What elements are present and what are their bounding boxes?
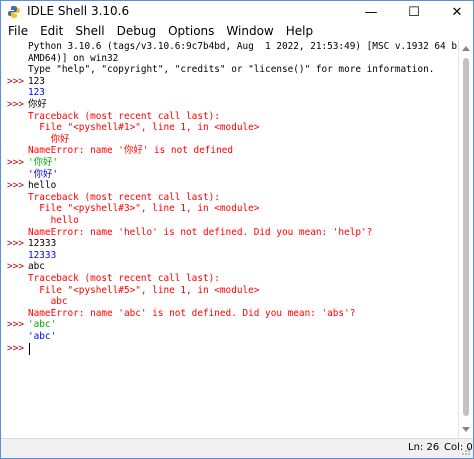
shell-prompt: >>> <box>7 75 24 87</box>
shell-prompt: >>> <box>7 261 24 273</box>
shell-line: abc <box>28 296 68 308</box>
shell-line: Traceback (most recent call last): <box>28 273 220 284</box>
shell-line: '你好' <box>28 157 59 168</box>
scroll-thumb[interactable] <box>463 58 469 416</box>
menu-edit[interactable]: Edit <box>35 23 68 40</box>
menu-shell[interactable]: Shell <box>70 23 109 40</box>
title-bar[interactable]: IDLE Shell 3.10.6 — ☐ ✕ <box>1 1 473 23</box>
shell-line: 你好 <box>28 133 70 145</box>
prompt-gutter: >>> >>> >>> >>> >>> >>> >>> >>> <box>1 40 27 438</box>
shell-line: AMD64)] on win32 <box>28 52 119 64</box>
shell-line: NameError: name 'hello' is not defined. … <box>28 226 373 238</box>
status-bar: Ln: 26 Col: 0 <box>1 438 473 458</box>
minimize-button[interactable]: — <box>351 1 391 23</box>
window-title: IDLE Shell 3.10.6 <box>27 4 130 18</box>
resize-grip-icon[interactable] <box>461 446 471 456</box>
shell-line: hello <box>28 180 57 192</box>
shell-line: '你好' <box>28 168 59 180</box>
shell-prompt: >>> <box>7 157 24 168</box>
python-icon <box>8 6 20 18</box>
close-icon: ✕ <box>451 4 463 20</box>
shell-line: 'abc' <box>28 319 57 331</box>
close-button[interactable]: ✕ <box>437 1 474 23</box>
line-indicator: Ln: 26 <box>408 442 440 453</box>
shell-line: abc <box>28 261 45 273</box>
shell-prompt: >>> <box>7 99 24 110</box>
shell-prompt: >>> <box>7 319 24 331</box>
shell-line: 123 <box>28 75 45 87</box>
vertical-scrollbar[interactable] <box>458 40 473 438</box>
shell-line: File "<pyshell#5>", line 1, in <module> <box>28 284 260 296</box>
shell-line: 12333 <box>28 249 57 261</box>
menu-window[interactable]: Window <box>221 23 278 40</box>
shell-prompt: >>> <box>7 342 24 354</box>
shell-line: 12333 <box>28 238 57 250</box>
menu-file[interactable]: File <box>3 23 33 40</box>
menu-debug[interactable]: Debug <box>112 23 161 40</box>
shell-line: Type "help", "copyright", "credits" or "… <box>28 64 435 76</box>
shell-line: File "<pyshell#1>", line 1, in <module> <box>28 122 260 134</box>
minimize-icon: — <box>364 4 378 20</box>
shell-line: File "<pyshell#3>", line 1, in <module> <box>28 203 260 215</box>
shell-line: NameError: name 'abc' is not defined. Di… <box>28 307 356 319</box>
shell-line: 123 <box>28 87 45 99</box>
scroll-down-icon[interactable] <box>462 427 470 432</box>
maximize-icon: ☐ <box>408 4 420 20</box>
text-cursor <box>29 342 30 355</box>
shell-prompt: >>> <box>7 238 24 250</box>
shell-prompt: >>> <box>7 180 24 192</box>
shell-line: Traceback (most recent call last): <box>28 110 220 122</box>
scroll-up-icon[interactable] <box>462 46 470 51</box>
maximize-button[interactable]: ☐ <box>394 1 434 23</box>
shell-line: Traceback (most recent call last): <box>28 191 220 203</box>
idle-shell-window: IDLE Shell 3.10.6 — ☐ ✕ File Edit Shell … <box>0 0 474 459</box>
menu-bar: File Edit Shell Debug Options Window Hel… <box>1 23 473 40</box>
shell-line: Python 3.10.6 (tags/v3.10.6:9c7b4bd, Aug… <box>28 41 458 52</box>
menu-help[interactable]: Help <box>281 23 318 40</box>
menu-options[interactable]: Options <box>163 23 219 40</box>
shell-line: 你好 <box>28 99 47 110</box>
shell-line: 'abc' <box>28 331 57 342</box>
shell-line: NameError: name '你好' is not defined <box>28 145 234 157</box>
shell-text-area[interactable]: Python 3.10.6 (tags/v3.10.6:9c7b4bd, Aug… <box>28 40 458 438</box>
shell-line: hello <box>28 215 79 226</box>
